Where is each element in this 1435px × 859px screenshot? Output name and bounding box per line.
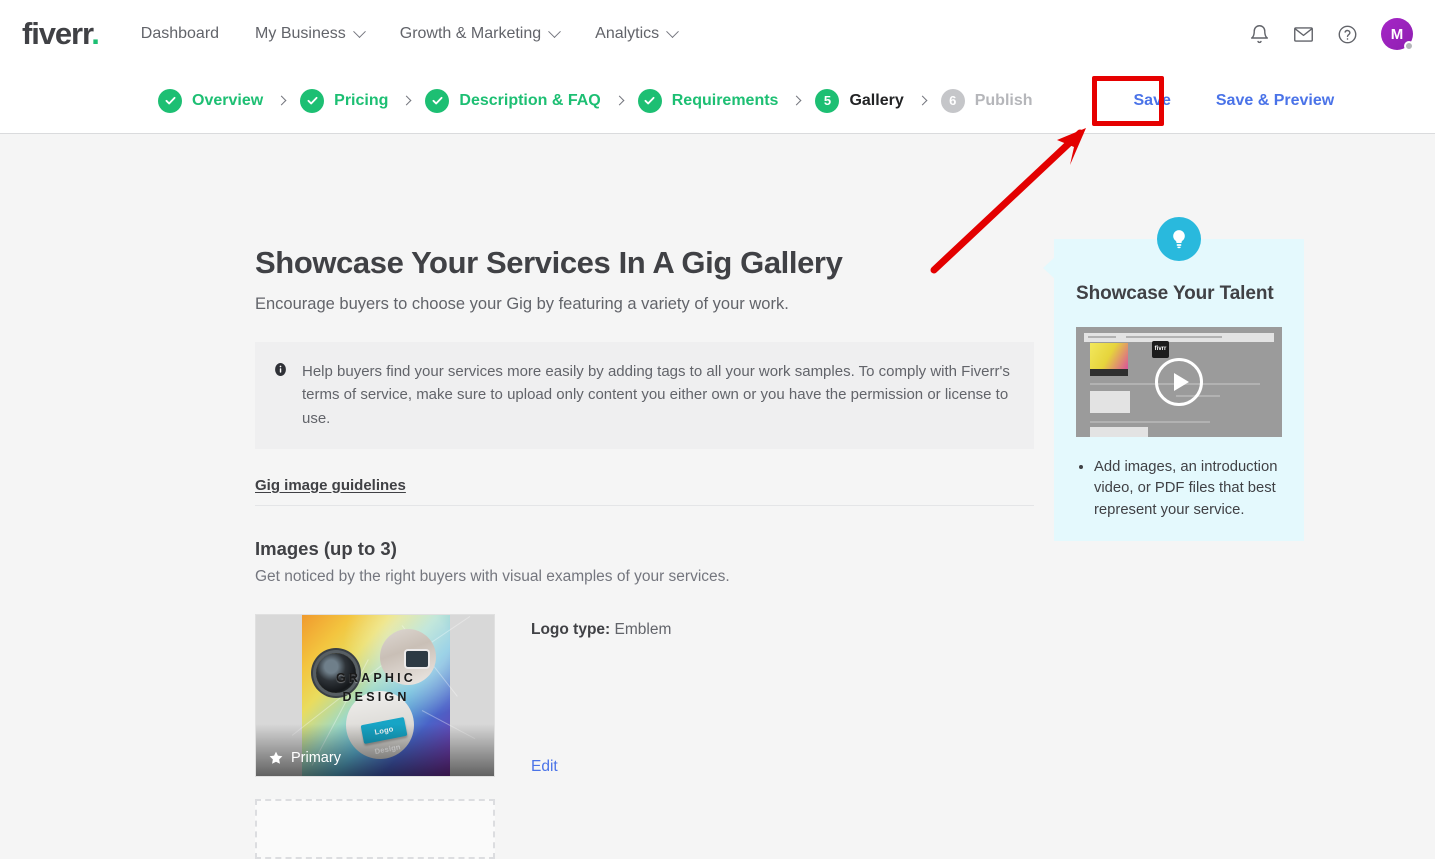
edit-image-link[interactable]: Edit: [531, 758, 558, 776]
art-line-2: DESIGN: [302, 688, 450, 707]
gig-image-guidelines-link[interactable]: Gig image guidelines: [255, 477, 406, 494]
nav-label: Growth & Marketing: [400, 25, 541, 43]
image-metadata: Logo type: Emblem Edit: [531, 614, 951, 777]
step-requirements[interactable]: Requirements: [638, 89, 779, 113]
nav-item-dashboard[interactable]: Dashboard: [141, 25, 219, 43]
video-fiverr-mark: fivrr: [1152, 341, 1169, 358]
section-divider: [255, 505, 1034, 506]
help-question-icon[interactable]: [1337, 24, 1358, 45]
fiverr-logo[interactable]: fiverr.: [22, 18, 99, 49]
page-subtitle: Encourage buyers to choose your Gig by f…: [255, 295, 1034, 314]
play-button-icon[interactable]: [1155, 358, 1203, 406]
logo-type-value: Emblem: [615, 621, 672, 638]
tip-video-thumbnail[interactable]: fivrr: [1076, 327, 1282, 437]
primary-badge-label: Primary: [291, 750, 341, 766]
page-content: Showcase Your Services In A Gig Gallery …: [0, 135, 1435, 759]
images-section-heading: Images (up to 3): [255, 538, 1034, 560]
lightbulb-icon: [1157, 217, 1201, 261]
save-and-preview-button[interactable]: Save & Preview: [1194, 92, 1334, 110]
chevron-down-icon: [666, 25, 679, 38]
logo-type-row: Logo type: Emblem: [531, 621, 951, 639]
logo-text: fiverr: [22, 16, 91, 51]
step-label: Requirements: [672, 92, 779, 110]
step-label: Gallery: [849, 92, 903, 110]
step-separator-icon: [917, 96, 927, 106]
step-label: Description & FAQ: [459, 92, 600, 110]
tip-card: Showcase Your Talent fivrr Add images, a…: [1054, 239, 1304, 541]
chevron-down-icon: [548, 25, 561, 38]
step-label: Publish: [975, 92, 1033, 110]
gallery-main-column: Showcase Your Services In A Gig Gallery …: [255, 245, 1034, 859]
thumbnail-art-text: GRAPHIC DESIGN: [302, 669, 450, 707]
info-circle-icon: [273, 362, 288, 382]
step-separator-icon: [614, 96, 624, 106]
nav-label: Dashboard: [141, 25, 219, 43]
step-publish[interactable]: 6 Publish: [941, 89, 1033, 113]
save-actions: Save Save & Preview: [1111, 92, 1335, 110]
logo-type-label: Logo type:: [531, 621, 610, 638]
tip-bullet-item: Add images, an introduction video, or PD…: [1094, 457, 1282, 521]
step-separator-icon: [277, 96, 287, 106]
header-actions: M: [1249, 18, 1413, 50]
step-separator-icon: [402, 96, 412, 106]
tip-bullet-list: Add images, an introduction video, or PD…: [1076, 457, 1282, 521]
primary-badge: Primary: [268, 750, 341, 766]
logo-dot: .: [91, 16, 99, 51]
step-separator-icon: [792, 96, 802, 106]
nav-label: Analytics: [595, 25, 659, 43]
nav-label: My Business: [255, 25, 346, 43]
step-label: Overview: [192, 92, 263, 110]
images-section-subtext: Get noticed by the right buyers with vis…: [255, 568, 1034, 586]
image-upload-dropzone[interactable]: [255, 799, 495, 859]
step-number-badge: 6: [941, 89, 965, 113]
step-pricing[interactable]: Pricing: [300, 89, 388, 113]
step-description-faq[interactable]: Description & FAQ: [425, 89, 600, 113]
nav-item-my-business[interactable]: My Business: [255, 25, 364, 43]
gallery-image-thumbnail[interactable]: Logo Design GRAPHIC DESIGN Primary: [255, 614, 495, 777]
video-taxi-thumb: [1090, 343, 1128, 369]
main-nav: Dashboard My Business Growth & Marketing…: [141, 25, 677, 43]
page-title: Showcase Your Services In A Gig Gallery: [255, 245, 1034, 281]
step-number-badge: 5: [815, 89, 839, 113]
star-icon: [268, 750, 284, 766]
step-overview[interactable]: Overview: [158, 89, 263, 113]
user-avatar[interactable]: M: [1381, 18, 1413, 50]
notifications-bell-icon[interactable]: [1249, 24, 1270, 45]
step-list: Overview Pricing Description & FAQ Requi…: [158, 89, 1334, 113]
step-check-icon: [300, 89, 324, 113]
image-row: Logo Design GRAPHIC DESIGN Primary: [255, 614, 1034, 777]
avatar-initial: M: [1391, 26, 1404, 43]
step-check-icon: [425, 89, 449, 113]
gig-steps-bar: Overview Pricing Description & FAQ Requi…: [0, 68, 1435, 134]
info-notice-text: Help buyers find your services more easi…: [302, 360, 1014, 431]
presence-dot-icon: [1404, 41, 1414, 51]
chevron-down-icon: [353, 25, 366, 38]
top-navigation-bar: fiverr. Dashboard My Business Growth & M…: [0, 0, 1435, 68]
step-label: Pricing: [334, 92, 388, 110]
tip-card-title: Showcase Your Talent: [1076, 283, 1282, 305]
step-check-icon: [638, 89, 662, 113]
info-notice: Help buyers find your services more easi…: [255, 342, 1034, 449]
save-button[interactable]: Save: [1111, 92, 1194, 110]
art-line-1: GRAPHIC: [302, 669, 450, 688]
nav-item-growth-marketing[interactable]: Growth & Marketing: [400, 25, 559, 43]
step-check-icon: [158, 89, 182, 113]
step-gallery[interactable]: 5 Gallery: [815, 89, 903, 113]
nav-item-analytics[interactable]: Analytics: [595, 25, 677, 43]
inbox-envelope-icon[interactable]: [1293, 24, 1314, 45]
